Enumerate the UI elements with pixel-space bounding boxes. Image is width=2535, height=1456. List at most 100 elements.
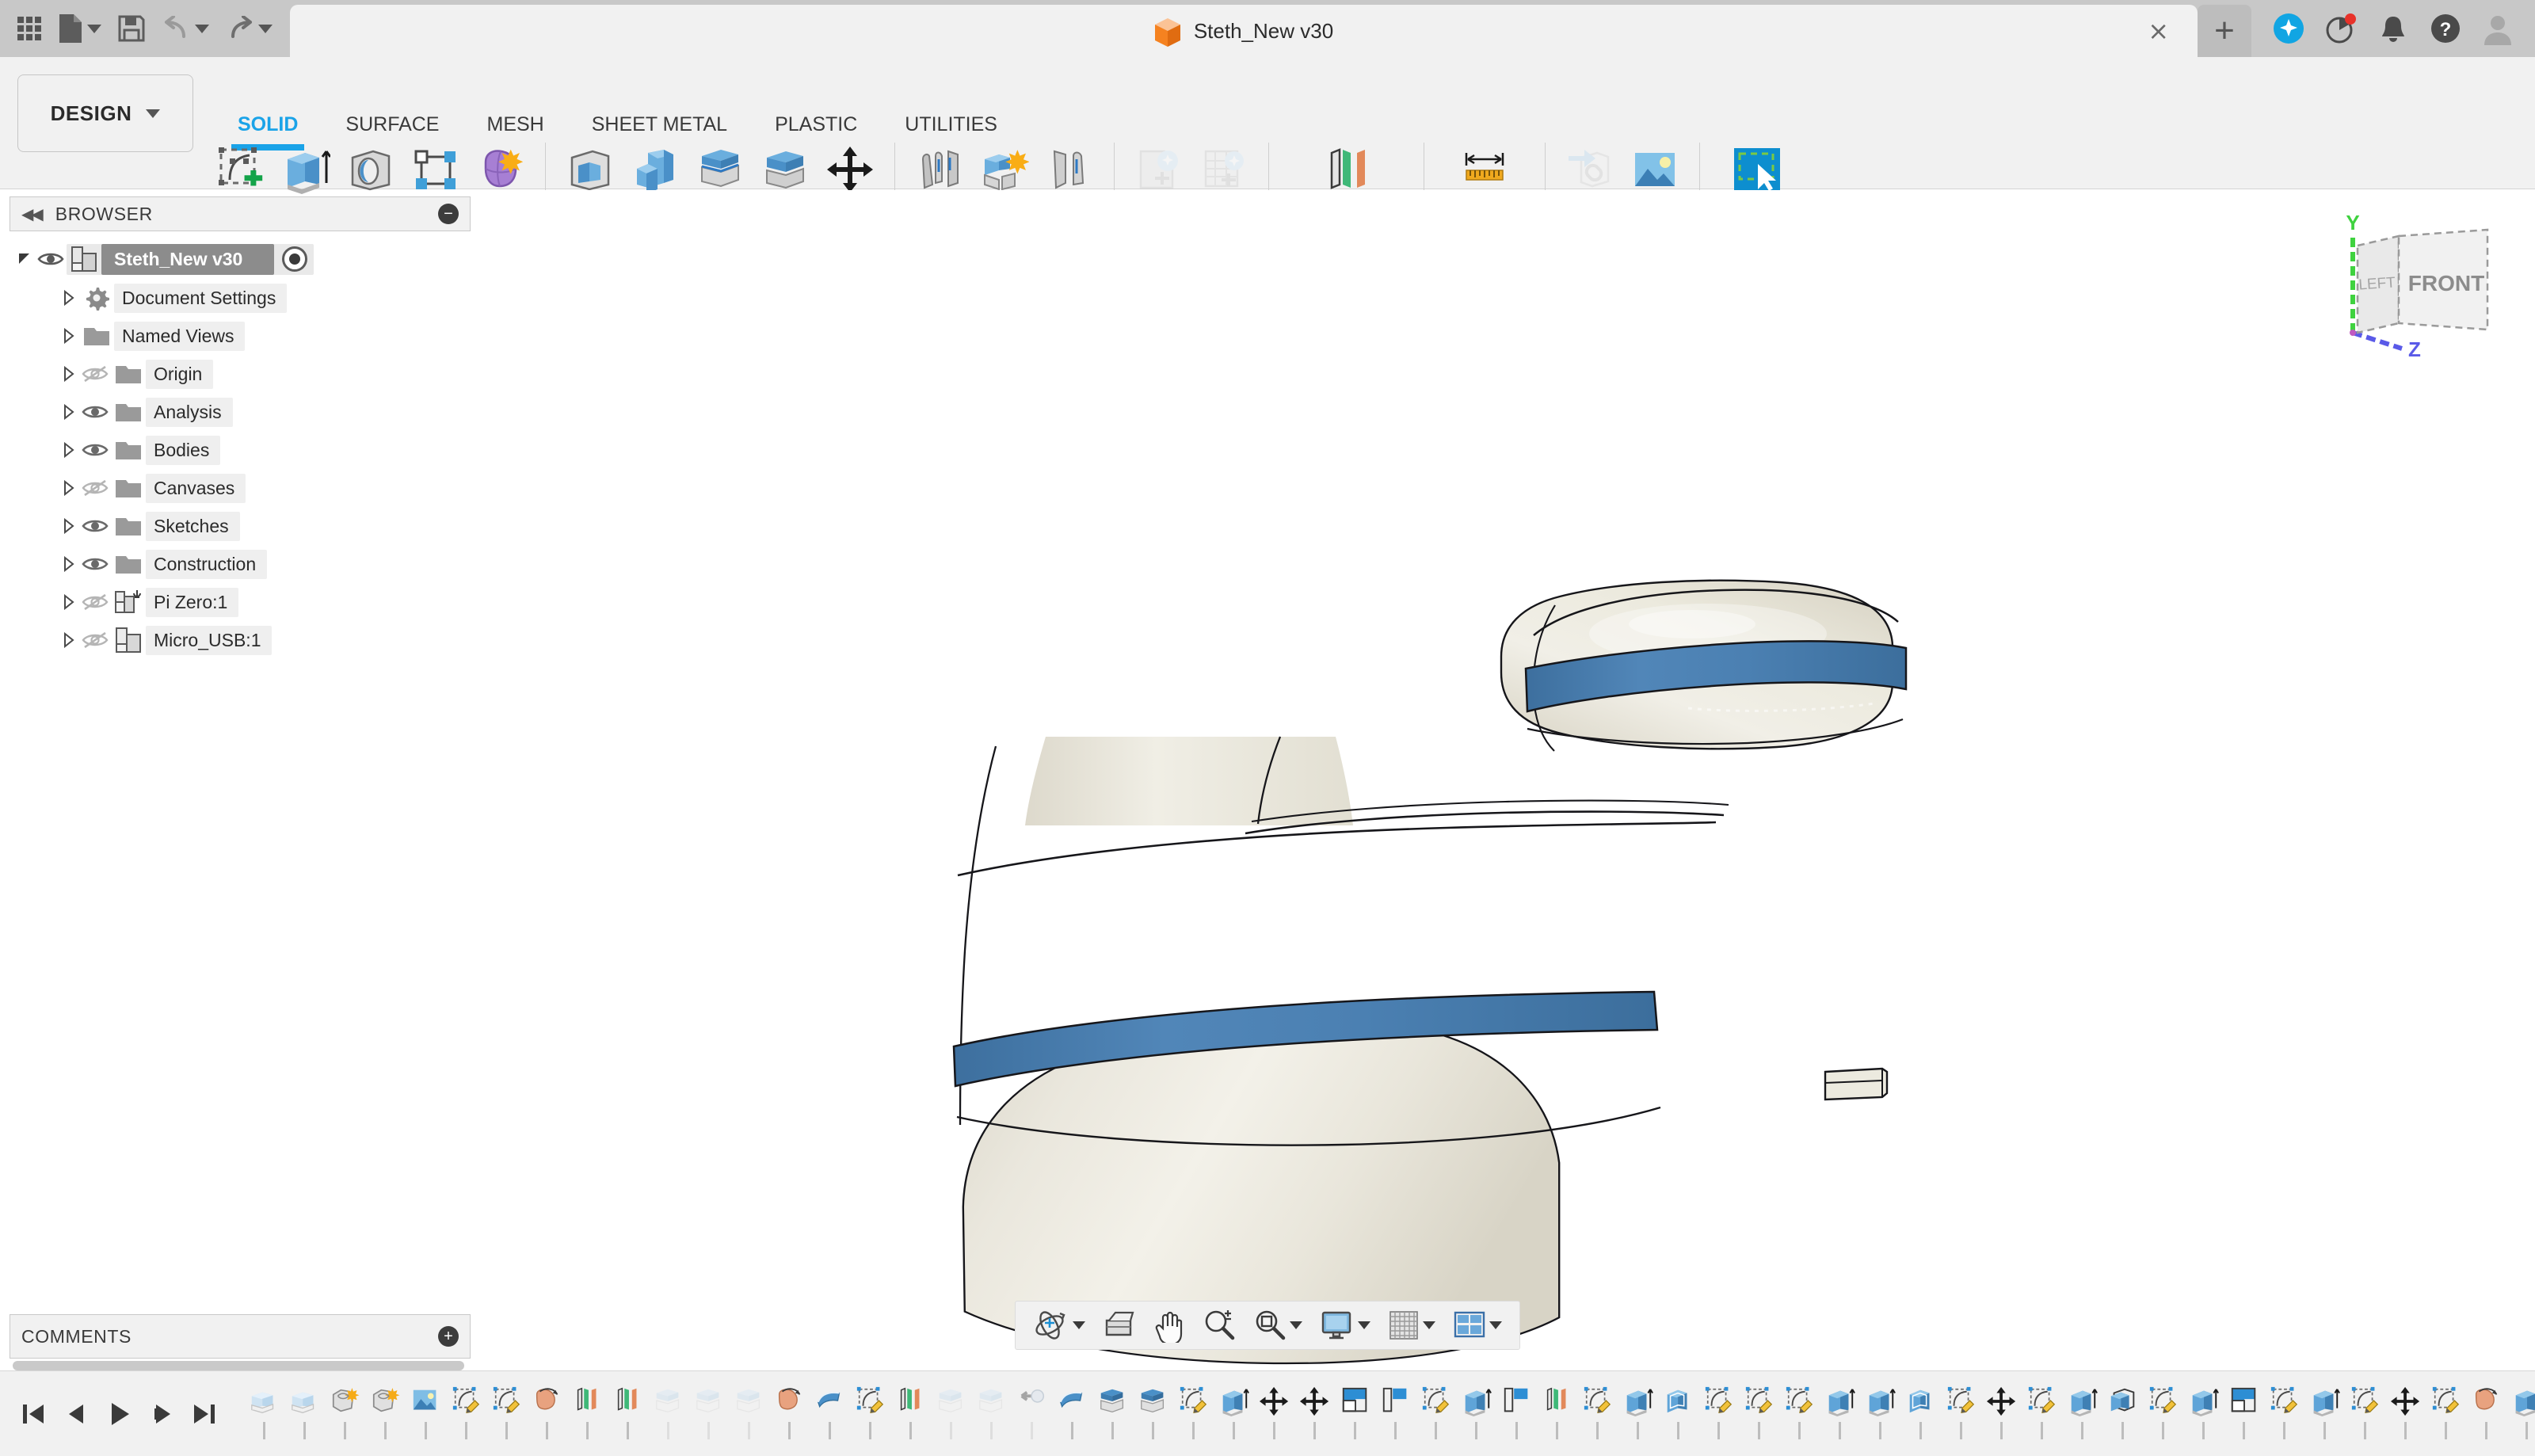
timeline-feature-node[interactable]: [2264, 1371, 2304, 1456]
visibility-eye-off-icon[interactable]: [79, 631, 111, 650]
timeline-feature-node[interactable]: [1981, 1371, 2022, 1456]
expand-icon[interactable]: [59, 516, 79, 536]
create-sketch-icon[interactable]: [211, 139, 271, 200]
timeline-feature-node[interactable]: [1092, 1371, 1133, 1456]
grid-snaps-icon[interactable]: [1382, 1305, 1442, 1346]
timeline-feature-node[interactable]: [2466, 1371, 2506, 1456]
timeline-feature-node[interactable]: [931, 1371, 971, 1456]
visibility-eye-off-icon[interactable]: [79, 364, 111, 383]
close-icon[interactable]: ×: [2148, 18, 2169, 44]
timeline-feature-node[interactable]: [850, 1371, 890, 1456]
timeline-feature-node[interactable]: [1658, 1371, 1698, 1456]
visibility-eye-icon[interactable]: [79, 403, 111, 421]
look-at-icon[interactable]: [1096, 1305, 1142, 1346]
timeline-feature-node[interactable]: [1537, 1371, 1577, 1456]
timeline-feature-node[interactable]: [1577, 1371, 1618, 1456]
sidebar-item-sketches[interactable]: Sketches: [10, 507, 471, 545]
expand-icon[interactable]: [59, 630, 79, 650]
timeline-feature-node[interactable]: [971, 1371, 1012, 1456]
undo-icon[interactable]: [155, 6, 215, 51]
revolve-icon[interactable]: [341, 139, 401, 200]
expand-icon[interactable]: [59, 364, 79, 384]
timeline-track[interactable]: [223, 1371, 2535, 1456]
timeline-feature-node[interactable]: [1456, 1371, 1496, 1456]
timeline-feature-node[interactable]: [688, 1371, 729, 1456]
visibility-eye-icon[interactable]: [35, 250, 67, 268]
comments-panel[interactable]: COMMENTS +: [10, 1314, 471, 1359]
sidebar-item-bodies[interactable]: Bodies: [10, 431, 471, 469]
timeline-feature-node[interactable]: [244, 1371, 284, 1456]
expand-collapse-icon[interactable]: [14, 249, 35, 269]
tab-plastic[interactable]: PLASTIC: [751, 106, 881, 143]
expand-icon[interactable]: [59, 478, 79, 498]
timeline-feature-node[interactable]: [1416, 1371, 1456, 1456]
timeline-feature-node[interactable]: [1335, 1371, 1375, 1456]
go-to-end-icon[interactable]: [185, 1393, 223, 1435]
timeline-feature-node[interactable]: [1214, 1371, 1254, 1456]
timeline-feature-node[interactable]: [2506, 1371, 2535, 1456]
tab-mesh[interactable]: MESH: [463, 106, 568, 143]
viewports-icon[interactable]: [1447, 1305, 1508, 1346]
timeline-feature-node[interactable]: [1779, 1371, 1820, 1456]
tab-sheet-metal[interactable]: SHEET METAL: [568, 106, 751, 143]
extrude-icon[interactable]: [276, 139, 336, 200]
collapse-left-icon[interactable]: ◀◀: [21, 204, 44, 224]
account-avatar-icon[interactable]: [2481, 12, 2514, 45]
timeline-feature-node[interactable]: [527, 1371, 567, 1456]
visibility-eye-icon[interactable]: [79, 517, 111, 535]
go-to-beginning-icon[interactable]: [14, 1393, 52, 1435]
display-settings-icon[interactable]: [1313, 1305, 1377, 1346]
visibility-eye-off-icon[interactable]: [79, 593, 111, 612]
notifications-bell-icon[interactable]: [2377, 12, 2410, 45]
timeline-feature-node[interactable]: [1173, 1371, 1214, 1456]
fusion-insights-icon[interactable]: [2272, 12, 2305, 45]
pattern-rectangular-icon[interactable]: [406, 139, 466, 200]
timeline-feature-node[interactable]: [2062, 1371, 2102, 1456]
job-status-icon[interactable]: [2324, 12, 2358, 45]
step-forward-icon[interactable]: [143, 1393, 181, 1435]
timeline-feature-node[interactable]: [2183, 1371, 2224, 1456]
timeline-feature-node[interactable]: [406, 1371, 446, 1456]
expand-icon[interactable]: [59, 326, 79, 346]
timeline-feature-node[interactable]: [1012, 1371, 1052, 1456]
timeline-feature-node[interactable]: [1375, 1371, 1416, 1456]
expand-icon[interactable]: [59, 440, 79, 460]
timeline-feature-node[interactable]: [2385, 1371, 2426, 1456]
app-grid-icon[interactable]: [11, 6, 48, 51]
help-icon[interactable]: ?: [2429, 12, 2462, 45]
timeline-feature-node[interactable]: [2143, 1371, 2183, 1456]
expand-icon[interactable]: [59, 554, 79, 574]
sidebar-item-origin[interactable]: Origin: [10, 355, 471, 393]
minimize-icon[interactable]: −: [438, 204, 459, 224]
timeline-feature-node[interactable]: [1052, 1371, 1092, 1456]
timeline-feature-node[interactable]: [810, 1371, 850, 1456]
tab-surface[interactable]: SURFACE: [322, 106, 463, 143]
timeline-feature-node[interactable]: [1254, 1371, 1294, 1456]
expand-icon[interactable]: [59, 592, 79, 612]
timeline-feature-node[interactable]: [365, 1371, 406, 1456]
new-tab-button[interactable]: +: [2198, 5, 2251, 57]
timeline-feature-node[interactable]: [486, 1371, 527, 1456]
timeline-feature-node[interactable]: [2022, 1371, 2062, 1456]
timeline-feature-node[interactable]: [1820, 1371, 1860, 1456]
timeline-feature-node[interactable]: [2426, 1371, 2466, 1456]
timeline-feature-node[interactable]: [284, 1371, 325, 1456]
visibility-eye-icon[interactable]: [79, 555, 111, 573]
sidebar-item-canvases[interactable]: Canvases: [10, 469, 471, 507]
timeline-feature-node[interactable]: [446, 1371, 486, 1456]
canvas-3d-viewport[interactable]: Y Z FRONT LEFT: [472, 190, 2535, 1369]
sidebar-item-document-settings[interactable]: Document Settings: [10, 279, 471, 317]
play-icon[interactable]: [100, 1393, 138, 1435]
timeline-feature-node[interactable]: [2224, 1371, 2264, 1456]
timeline-feature-node[interactable]: [1941, 1371, 1981, 1456]
timeline-feature-node[interactable]: [1496, 1371, 1537, 1456]
timeline-feature-node[interactable]: [1900, 1371, 1941, 1456]
fit-icon[interactable]: [1247, 1305, 1309, 1346]
tree-root-steth-new[interactable]: Steth_New v30: [10, 239, 471, 279]
timeline-feature-node[interactable]: [325, 1371, 365, 1456]
timeline-feature-node[interactable]: [648, 1371, 688, 1456]
timeline-feature-node[interactable]: [608, 1371, 648, 1456]
add-comment-icon[interactable]: +: [438, 1326, 459, 1347]
horizontal-scrollbar[interactable]: [13, 1361, 464, 1370]
step-back-icon[interactable]: [57, 1393, 95, 1435]
